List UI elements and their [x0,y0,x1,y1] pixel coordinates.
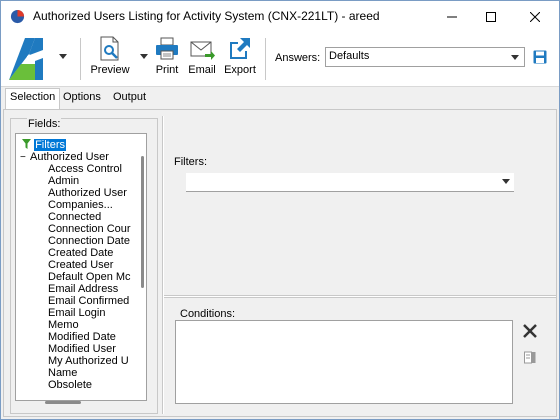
tree-group-label: Authorized User [30,151,109,163]
toolbar-separator [265,38,266,80]
tab-strip: Selection Options Output [3,88,559,110]
print-button[interactable]: Print [153,36,181,76]
email-button[interactable]: Email [187,36,217,76]
edit-condition-icon[interactable] [524,351,536,364]
delete-condition-icon[interactable] [522,323,538,339]
preview-icon [100,36,119,61]
tree-item[interactable]: Admin [48,175,79,187]
filter-icon [22,139,31,149]
window-title: Authorized Users Listing for Activity Sy… [33,9,380,23]
tree-item[interactable]: Authorized User [48,187,127,199]
print-label: Print [155,64,179,76]
tree-item-filters[interactable]: Filters [22,139,67,151]
tree-vertical-scroll-thumb[interactable] [141,156,144,288]
tree-item[interactable]: Access Control [48,163,122,175]
tree-item[interactable]: Obsolete [48,379,92,391]
tree-item[interactable]: Created User [48,259,113,271]
answers-label: Answers: [275,52,321,64]
tab-options[interactable]: Options [59,89,105,109]
export-label: Export [224,64,256,76]
tree-item[interactable]: Companies... [48,199,113,211]
answers-value: Defaults [329,50,370,62]
conditions-label: Conditions: [180,308,236,320]
tree-item[interactable]: Memo [48,319,79,331]
tree-item[interactable]: Email Address [48,283,118,295]
email-label: Email [188,64,216,76]
tree-item[interactable]: Connection Cour [48,223,131,235]
filters-label: Filters: [174,156,207,168]
title-bar: Authorized Users Listing for Activity Sy… [1,1,559,32]
fields-legend: Fields: [27,118,62,130]
tab-selection[interactable]: Selection [5,88,61,110]
vertical-splitter[interactable] [162,116,164,414]
chevron-down-icon [511,55,519,60]
minimize-button[interactable] [432,1,472,32]
horizontal-splitter[interactable] [164,295,556,298]
logo-dropdown-icon[interactable] [59,54,67,59]
tab-output[interactable]: Output [109,89,150,109]
tree-item[interactable]: Connected [48,211,101,223]
tree-group-authorized-user[interactable]: − Authorized User [20,151,109,163]
tree-item[interactable]: Connection Date [48,235,130,247]
maximize-icon [486,11,496,22]
app-logo-icon[interactable] [7,36,55,82]
close-window-button[interactable] [515,1,555,32]
tree-horizontal-scroll-thumb[interactable] [45,401,81,404]
selection-tab-body: Fields: Filters − Authorized User Access … [3,109,557,417]
report-window: Authorized Users Listing for Activity Sy… [0,0,560,420]
preview-dropdown-icon[interactable] [140,54,148,59]
tree-item[interactable]: Email Login [48,307,105,319]
preview-label: Preview [90,64,130,76]
tree-item[interactable]: Default Open Mc [48,271,131,283]
tree-item[interactable]: Created Date [48,247,113,259]
tree-item[interactable]: My Authorized U [48,355,129,367]
fields-group: Fields: Filters − Authorized User Access … [10,118,158,414]
answers-select[interactable]: Defaults [325,47,525,67]
chevron-down-icon [502,179,510,184]
minimize-icon [447,16,457,17]
toolbar-separator [80,38,81,80]
collapse-icon[interactable]: − [20,152,28,164]
tree-item-label: Filters [34,139,67,151]
maximize-button[interactable] [471,1,511,32]
fields-tree[interactable]: Filters − Authorized User Access Control A… [15,133,147,401]
print-icon [156,37,178,60]
email-icon [190,41,215,60]
close-icon [530,11,540,22]
app-pie-icon [10,9,25,24]
export-icon [230,38,250,59]
tree-item[interactable]: Modified User [48,343,116,355]
tree-item[interactable]: Name [48,367,77,379]
save-icon[interactable] [533,50,547,64]
export-button[interactable]: Export [222,36,258,76]
toolbar: Preview Print Email Export Answers: Defa… [1,32,559,87]
tree-item[interactable]: Email Confirmed [48,295,129,307]
filters-select[interactable] [186,173,514,192]
preview-button[interactable]: Preview [89,36,131,76]
conditions-box[interactable] [175,320,513,404]
tree-item[interactable]: Modified Date [48,331,116,343]
